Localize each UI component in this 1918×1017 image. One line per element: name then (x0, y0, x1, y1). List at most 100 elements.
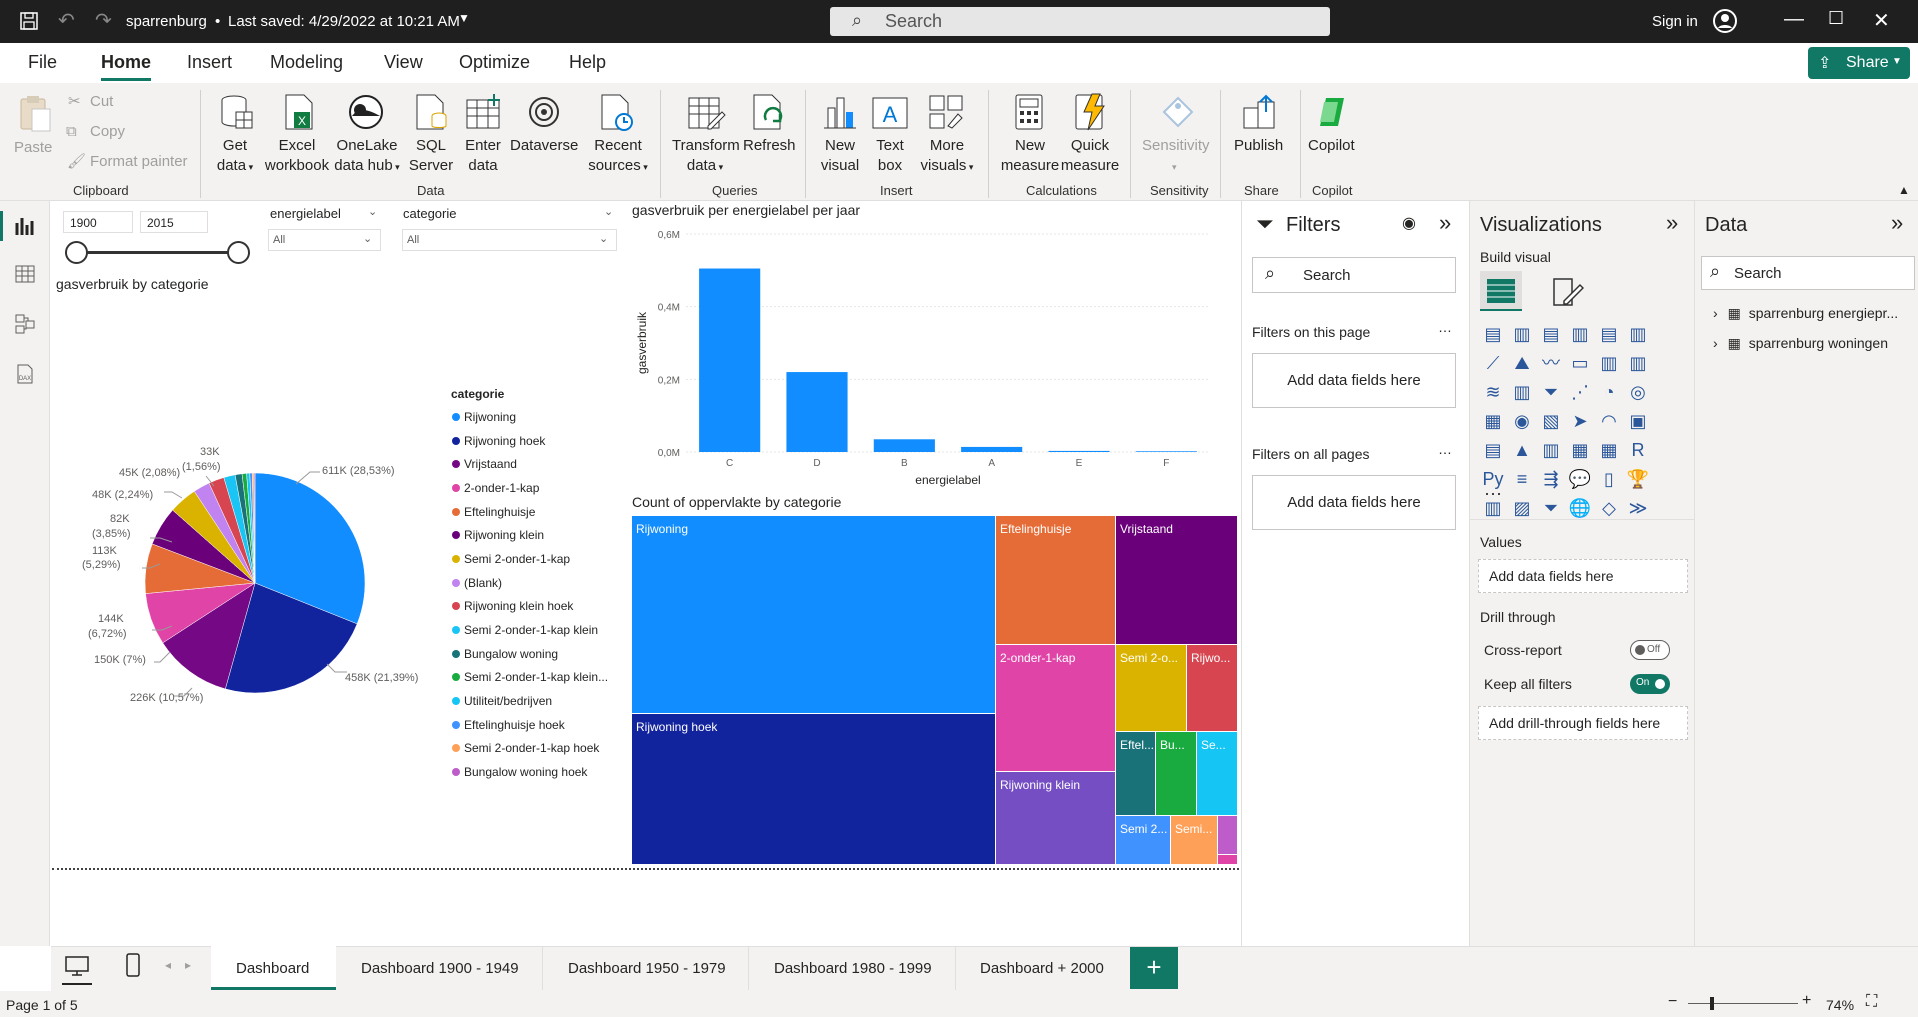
treemap-icon[interactable]: ▦ (1480, 408, 1506, 434)
sensitivity-button[interactable]: Sensitivity (1142, 136, 1210, 156)
treemap-tile-semi-klein-2[interactable]: Semi 2... (1116, 816, 1170, 864)
chevron-down-icon[interactable]: ▼ (458, 11, 470, 25)
legend-item[interactable]: Bungalow woning hoek (452, 760, 622, 784)
tab-dashboard[interactable]: Dashboard (211, 946, 336, 990)
kpi-icon[interactable]: ▲ (1509, 437, 1535, 463)
get-data-button[interactable]: Get data ▾ (208, 136, 262, 177)
treemap-tile-2-onder-1-kap[interactable]: 2-onder-1-kap (996, 645, 1115, 771)
arcgis-icon[interactable]: 🌐 (1567, 495, 1593, 521)
ribbon-icon[interactable]: ▭ (1567, 350, 1593, 376)
recent-sources-button[interactable]: Recent sources ▾ (586, 136, 650, 177)
bar-C[interactable] (699, 268, 761, 452)
desktop-layout-icon[interactable] (64, 955, 90, 977)
treemap-tile-vrijstaand[interactable]: Vrijstaand (1116, 516, 1237, 644)
decomposition-tree-icon[interactable]: ⇶ (1538, 466, 1564, 492)
chevron-down-icon[interactable]: ⌄ (368, 205, 377, 218)
clustered-column-icon[interactable]: ▥ (1567, 321, 1593, 347)
bar-E[interactable] (1048, 450, 1110, 452)
legend-item[interactable]: (Blank) (452, 571, 622, 595)
undo-icon[interactable]: ↶ (58, 8, 75, 33)
values-drop[interactable]: Add data fields here (1478, 559, 1688, 593)
legend-item[interactable]: Eftelinghuisje hoek (452, 713, 622, 737)
r-visual-icon[interactable]: R (1625, 437, 1651, 463)
collapse-visualizations-icon[interactable]: » (1666, 210, 1678, 236)
zoom-in-icon[interactable]: + (1802, 992, 1811, 1010)
menu-insert[interactable]: Insert (187, 52, 232, 73)
100-column-icon[interactable]: ▥ (1625, 321, 1651, 347)
shape-map-icon[interactable]: ◇ (1596, 495, 1622, 521)
treemap-tile-bungalow-woning[interactable]: Bu... (1156, 732, 1196, 815)
waterfall-icon[interactable]: ▥ (1509, 379, 1535, 405)
line-icon[interactable]: ⟋ (1480, 350, 1506, 376)
model-view-icon[interactable] (14, 313, 36, 335)
matrix-icon[interactable]: ▦ (1596, 437, 1622, 463)
add-page-button[interactable]: + (1130, 947, 1178, 989)
data-search[interactable]: ⌕ Search (1701, 256, 1915, 290)
dax-query-icon[interactable]: DAX (14, 363, 36, 385)
year-slider-track[interactable] (76, 251, 240, 254)
legend-item[interactable]: Rijwoning klein (452, 523, 622, 547)
format-painter-button[interactable]: Format painter (90, 152, 188, 172)
treemap-tile-bungalow-hoek[interactable] (1218, 816, 1237, 854)
100-bar-icon[interactable]: ▤ (1596, 321, 1622, 347)
tab-dashboard-1900-1949[interactable]: Dashboard 1900 - 1949 (361, 960, 519, 977)
table-icon[interactable]: ▦ (1567, 437, 1593, 463)
energielabel-dropdown[interactable]: All ⌄ (268, 229, 381, 251)
eye-icon[interactable]: ◉ (1402, 213, 1416, 233)
treemap-tile-rijwoning-klein[interactable]: Rijwoning klein (996, 772, 1115, 864)
treemap-tile-eftelinghuisje-hoek[interactable]: Eftel... (1116, 732, 1155, 815)
redo-icon[interactable]: ↷ (95, 8, 112, 33)
legend-item[interactable]: Semi 2-onder-1-kap (452, 547, 622, 571)
minimize-icon[interactable]: — (1784, 8, 1804, 31)
chevron-down-icon[interactable]: ⌄ (604, 205, 613, 218)
clustered-bar-icon[interactable]: ▤ (1538, 321, 1564, 347)
legend-item[interactable]: 2-onder-1-kap (452, 476, 622, 500)
collapse-data-icon[interactable]: » (1891, 210, 1903, 236)
global-search[interactable]: ⌕ Search (830, 7, 1330, 36)
bar-A[interactable] (961, 446, 1023, 452)
stacked-column-icon[interactable]: ▥ (1509, 321, 1535, 347)
menu-view[interactable]: View (384, 52, 423, 73)
key-influencers-icon[interactable]: ≡ (1509, 466, 1535, 492)
quick-measure-button[interactable]: Quick measure (1060, 136, 1120, 176)
share-button[interactable]: ⇪ Share ▼ (1808, 47, 1910, 79)
filters-search[interactable]: ⌕ Search (1252, 257, 1456, 293)
power-automate-icon[interactable]: ⏷ (1538, 495, 1564, 521)
pie-icon[interactable]: ◔ (1596, 379, 1622, 405)
fit-to-page-icon[interactable]: ⛶ (1866, 993, 1877, 1011)
donut-icon[interactable]: ◎ (1625, 379, 1651, 405)
ribbon-chart-icon[interactable]: ≋ (1480, 379, 1506, 405)
legend-item[interactable]: Bungalow woning (452, 642, 622, 666)
filled-map-icon[interactable]: ▧ (1538, 408, 1564, 434)
format-visual-icon[interactable] (1550, 275, 1584, 309)
filters-all-drop[interactable]: Add data fields here (1252, 475, 1456, 530)
account-icon[interactable] (1712, 8, 1738, 34)
menu-optimize[interactable]: Optimize (459, 52, 530, 73)
publish-button[interactable]: Publish (1234, 136, 1283, 156)
scroll-right-icon[interactable]: ▸ (185, 958, 191, 972)
bar-chart[interactable]: 0,0M 0,2M 0,4M 0,6M C D B A E Fenergielabel gasver… (630, 222, 1220, 492)
stacked-bar-icon[interactable]: ▤ (1480, 321, 1506, 347)
table-view-icon[interactable] (14, 263, 36, 285)
scatter-icon[interactable]: ⋰ (1567, 379, 1593, 405)
filters-page-drop[interactable]: Add data fields here (1252, 353, 1456, 408)
treemap-tile-rijwoning-klein-hoek[interactable]: Rijwo... (1187, 645, 1237, 731)
bar-D[interactable] (786, 372, 848, 452)
tab-dashboard-2000[interactable]: Dashboard + 2000 (980, 960, 1104, 977)
data-table-item[interactable]: › ▦ sparrenburg energiepr... (1713, 305, 1913, 327)
year-to-input[interactable]: 2015 (140, 211, 208, 233)
more-options-icon[interactable]: … (1438, 319, 1452, 335)
keep-filters-toggle[interactable]: On (1630, 674, 1670, 694)
narrative-icon[interactable]: ▯ (1596, 466, 1622, 492)
treemap-tile-rijwoning-hoek[interactable]: Rijwoning hoek (632, 714, 995, 864)
cut-button[interactable]: Cut (90, 92, 113, 112)
funnel-icon[interactable]: ⏷ (1538, 379, 1564, 405)
sign-in-link[interactable]: Sign in (1652, 13, 1698, 30)
legend-item[interactable]: Utiliteit/bedrijven (452, 689, 622, 713)
treemap-chart[interactable]: Rijwoning Rijwoning hoek Eftelinghuisje … (632, 516, 1237, 864)
legend-item[interactable]: Rijwoning (452, 405, 622, 429)
zoom-slider-thumb[interactable] (1710, 997, 1714, 1010)
excel-workbook-button[interactable]: Excel workbook (262, 136, 332, 176)
more-options-icon[interactable]: … (1438, 441, 1452, 457)
more-icon[interactable]: ≫ (1625, 495, 1651, 521)
